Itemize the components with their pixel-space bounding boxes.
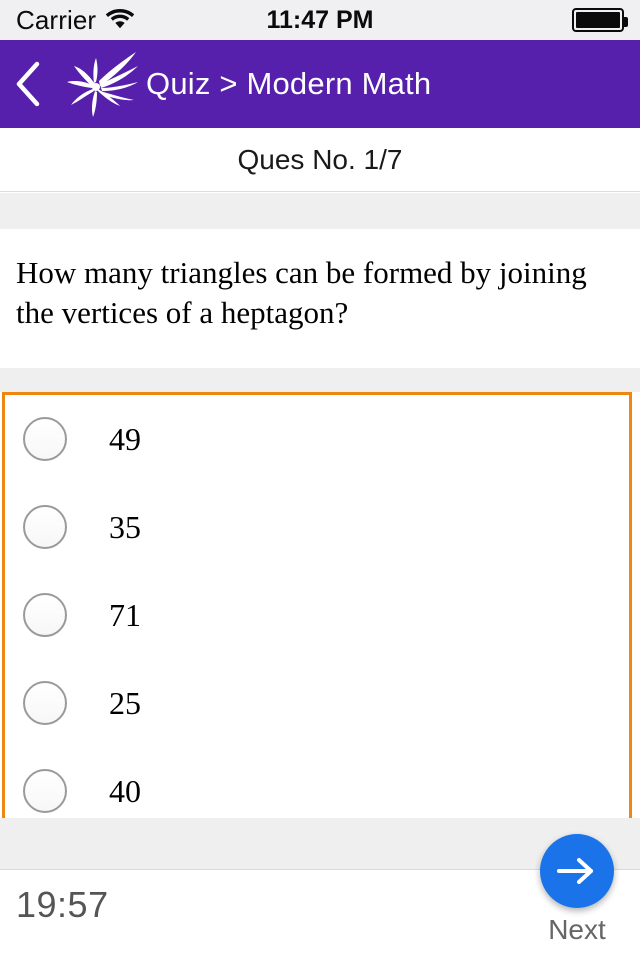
question-counter: Ques No. 1/7 xyxy=(237,143,403,175)
option-label: 49 xyxy=(109,420,141,457)
option-label: 35 xyxy=(109,508,141,545)
option-label: 40 xyxy=(109,772,141,809)
next-button[interactable] xyxy=(540,834,614,908)
radio-button-icon[interactable] xyxy=(23,417,67,461)
option-label: 25 xyxy=(109,684,141,721)
next-label: Next xyxy=(548,914,606,945)
question-counter-bar: Ques No. 1/7 xyxy=(0,128,640,192)
options-list[interactable]: 49 35 71 25 40 xyxy=(2,392,632,818)
footer-bar: 19:57 Next xyxy=(0,834,640,960)
chevron-left-icon xyxy=(16,61,40,107)
radio-button-icon[interactable] xyxy=(23,681,67,725)
option-row[interactable]: 35 xyxy=(5,483,629,571)
page-title: Quiz > Modern Math xyxy=(146,66,432,101)
app-header: Quiz > Modern Math xyxy=(0,40,640,128)
option-label: 71 xyxy=(109,596,141,633)
status-bar-right xyxy=(572,8,628,32)
option-row[interactable]: 25 xyxy=(5,659,629,747)
option-row[interactable]: 71 xyxy=(5,571,629,659)
option-row[interactable]: 40 xyxy=(5,747,629,818)
status-bar: Carrier 11:47 PM xyxy=(0,0,640,40)
status-bar-clock: 11:47 PM xyxy=(266,5,374,34)
battery-full-icon xyxy=(572,8,628,32)
radio-button-icon[interactable] xyxy=(23,593,67,637)
pinwheel-logo-icon xyxy=(54,48,140,120)
spacer-band-top xyxy=(0,193,640,229)
question-text: How many triangles can be formed by join… xyxy=(16,255,587,331)
countdown-timer: 19:57 xyxy=(16,884,109,925)
radio-button-icon[interactable] xyxy=(23,505,67,549)
arrow-right-icon xyxy=(557,858,593,884)
back-button[interactable] xyxy=(0,40,54,128)
option-row[interactable]: 49 xyxy=(5,395,629,483)
radio-button-icon[interactable] xyxy=(23,769,67,813)
spacer-band-middle xyxy=(0,368,640,392)
quiz-screen: Carrier 11:47 PM Quiz > Modern Math Ques… xyxy=(0,0,640,960)
question-area: How many triangles can be formed by join… xyxy=(0,229,640,368)
